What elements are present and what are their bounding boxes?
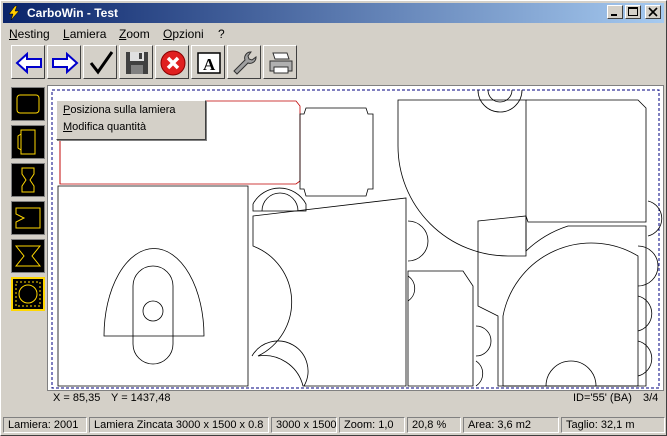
text-icon: A bbox=[197, 52, 221, 74]
status-lamiera: Lamiera: 2001 bbox=[3, 417, 87, 433]
settings-button[interactable] bbox=[227, 45, 261, 79]
status-material: Lamiera Zincata 3000 x 1500 x 0.8 bbox=[89, 417, 269, 433]
menu-zoom[interactable]: Zoom bbox=[119, 27, 150, 41]
confirm-button[interactable] bbox=[83, 45, 117, 79]
menu-nesting[interactable]: Nesting bbox=[9, 27, 50, 41]
forward-button[interactable] bbox=[47, 45, 81, 79]
part-shape-icon bbox=[15, 207, 41, 229]
window-title: CarboWin - Test bbox=[27, 6, 119, 20]
status-bar: Lamiera: 2001 Lamiera Zincata 3000 x 150… bbox=[3, 416, 666, 434]
part-thumb-6[interactable] bbox=[11, 277, 45, 311]
save-button[interactable] bbox=[119, 45, 153, 79]
minimize-icon bbox=[611, 14, 617, 16]
menu-bar: Nesting Lamiera Zoom Opzioni ? bbox=[3, 25, 663, 43]
status-percent: 20,8 % bbox=[407, 417, 461, 433]
status-area: Area: 3,6 m2 bbox=[463, 417, 559, 433]
status-cut: Taglio: 32,1 m bbox=[561, 417, 665, 433]
part-thumb-1[interactable] bbox=[11, 87, 45, 121]
part-shape-icon bbox=[16, 94, 40, 114]
cancel-icon bbox=[160, 50, 186, 76]
save-icon bbox=[126, 52, 148, 74]
part-thumb-5[interactable] bbox=[11, 239, 45, 273]
forward-arrow-icon bbox=[52, 51, 79, 75]
cancel-button[interactable] bbox=[155, 45, 189, 79]
part-shape-icon bbox=[14, 245, 42, 267]
title-bar[interactable]: CarboWin - Test bbox=[3, 3, 664, 23]
lightning-icon bbox=[8, 5, 20, 21]
ctx-edit-quantity[interactable]: Modifica quantità bbox=[63, 121, 146, 133]
page-indicator: 3/4 bbox=[643, 392, 659, 404]
close-button[interactable] bbox=[645, 5, 661, 19]
part-shape-icon bbox=[17, 129, 36, 155]
maximize-button[interactable] bbox=[625, 5, 641, 19]
print-button[interactable] bbox=[263, 45, 297, 79]
minimize-button[interactable] bbox=[607, 5, 623, 19]
menu-help[interactable]: ? bbox=[218, 27, 225, 41]
back-arrow-icon bbox=[15, 51, 42, 75]
close-icon bbox=[648, 7, 658, 17]
check-icon bbox=[89, 51, 114, 75]
part-shape-icon bbox=[21, 167, 35, 193]
wrench-icon bbox=[233, 51, 257, 75]
status-size: 3000 x 1500 bbox=[271, 417, 337, 433]
part-thumb-2[interactable] bbox=[11, 125, 45, 159]
part-thumb-3[interactable] bbox=[11, 163, 45, 197]
status-zoom: Zoom: 1,0 bbox=[339, 417, 405, 433]
part-thumb-4[interactable] bbox=[11, 201, 45, 235]
printer-icon bbox=[269, 52, 293, 74]
back-button[interactable] bbox=[11, 45, 45, 79]
svg-text:A: A bbox=[203, 55, 216, 74]
menu-lamiera[interactable]: Lamiera bbox=[63, 27, 106, 41]
text-button[interactable]: A bbox=[191, 45, 225, 79]
part-id: ID='55' (BA) bbox=[573, 392, 632, 404]
ctx-place-on-sheet[interactable]: Posiziona sulla lamiera bbox=[63, 104, 176, 116]
context-menu: Posiziona sulla lamiera Modifica quantit… bbox=[56, 100, 206, 140]
maximize-icon bbox=[628, 7, 638, 16]
part-shape-icon bbox=[15, 281, 41, 307]
main-window: CarboWin - Test Nesting Lamiera Zoom Opz… bbox=[0, 0, 667, 436]
menu-opzioni[interactable]: Opzioni bbox=[163, 27, 204, 41]
coord-y: Y = 1437,48 bbox=[111, 392, 171, 404]
coord-x: X = 85,35 bbox=[53, 392, 101, 404]
